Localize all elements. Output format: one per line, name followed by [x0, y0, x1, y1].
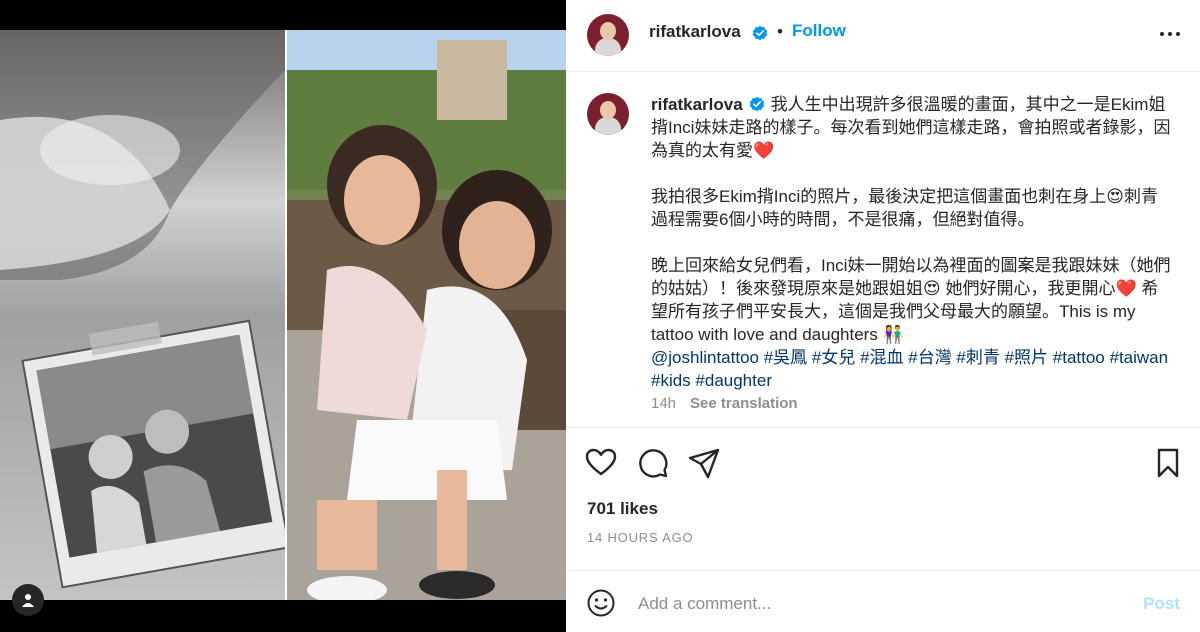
- post-header: rifatkarlova • Follow: [566, 0, 1200, 72]
- post-button[interactable]: Post: [1143, 594, 1180, 614]
- user-icon: [22, 594, 34, 607]
- comment-bar: Post: [566, 570, 1200, 632]
- likes-count[interactable]: 701 likes: [587, 499, 658, 519]
- bookmark-icon[interactable]: [1151, 446, 1185, 480]
- caption-age: 14h: [651, 395, 677, 412]
- more-options-icon[interactable]: [1156, 20, 1184, 48]
- comment-icon[interactable]: [636, 446, 670, 480]
- caption-paragraph-3: 晚上回來給女兒們看，Inci妹一開始以為裡面的圖案是我跟妹妹（她們的姑姑）！後來…: [651, 256, 1171, 344]
- tagged-users-button[interactable]: [12, 584, 44, 616]
- caption-avatar[interactable]: [587, 93, 629, 135]
- tattoo-photo: [0, 30, 285, 600]
- caption-text: rifatkarlova 我人生中出現許多很溫暖的畫面，其中之一是Ekim姐揹I…: [651, 93, 1171, 392]
- caption-meta: 14h See translation: [651, 395, 798, 412]
- follow-button[interactable]: Follow: [792, 21, 846, 41]
- caption-username[interactable]: rifatkarlova: [651, 95, 743, 114]
- kids-photo: [287, 30, 566, 600]
- avatar[interactable]: [587, 14, 629, 56]
- header-username[interactable]: rifatkarlova: [649, 22, 741, 42]
- caption-hashtags[interactable]: @joshlintattoo #吳鳳 #女兒 #混血 #台灣 #刺青 #照片 #…: [651, 348, 1168, 390]
- separator-dot: •: [777, 22, 783, 41]
- caption-paragraph-2: 我拍很多Ekim揹Inci的照片，最後決定把這個畫面也刺在身上😍刺青過程需要6個…: [651, 187, 1158, 229]
- post-timestamp: 14 HOURS AGO: [587, 530, 694, 545]
- verified-badge-icon: [749, 96, 764, 112]
- post-details-panel: rifatkarlova • Follow rifatkarlova 我人生中出…: [566, 0, 1200, 632]
- caption-section: rifatkarlova 我人生中出現許多很溫暖的畫面，其中之一是Ekim姐揹I…: [566, 73, 1200, 428]
- media-carousel: [0, 30, 566, 600]
- comment-input[interactable]: [638, 590, 1118, 618]
- share-icon[interactable]: [687, 446, 721, 480]
- heart-icon[interactable]: [584, 446, 618, 480]
- post-media[interactable]: [0, 0, 566, 632]
- verified-badge-icon: [752, 25, 768, 41]
- smiley-icon[interactable]: [586, 588, 616, 618]
- action-bar: [566, 440, 1200, 486]
- see-translation-button[interactable]: See translation: [690, 395, 798, 412]
